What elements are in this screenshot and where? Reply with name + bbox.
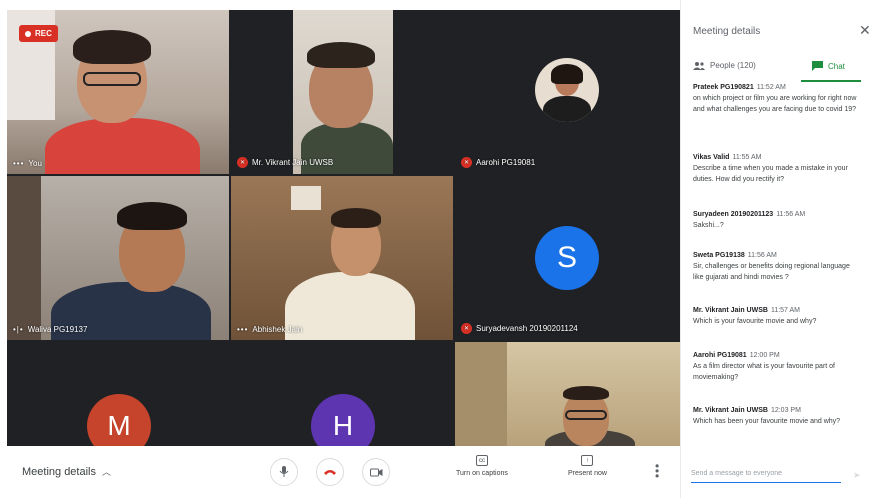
more-options-icon[interactable]: • • • [655,460,659,482]
video-tile-waliva[interactable]: •|• Waliva PG19137 [7,176,229,340]
camera-button[interactable] [362,458,390,486]
tile-label: ✕ Suryadevansh 20190201124 [461,323,578,334]
mic-off-icon: ✕ [461,323,472,334]
video-grid: REC ••• You ✕ Mr. Vikrant Jain UWSB ✕ Aa… [7,10,680,446]
chat-message: Sweta PG19138 11:56 AM Sir, challenges or… [693,252,850,281]
video-tile-abhishek[interactable]: ••• Abhishek Jain [231,176,453,340]
tile-label: ✕ Mr. Vikrant Jain UWSB [237,157,333,168]
bottom-toolbar: Meeting details ︿ cc Turn on captions ↑ … [0,446,680,498]
tile-label: ••• You [13,159,42,168]
video-tile-you[interactable]: REC ••• You [7,10,229,174]
video-tile-aarohi[interactable]: ✕ Aarohi PG19081 [455,10,680,174]
audio-level-icon: •|• [13,325,24,334]
meeting-stage: REC ••• You ✕ Mr. Vikrant Jain UWSB ✕ Aa… [0,0,680,498]
video-tile-suryadevansh[interactable]: S ✕ Suryadevansh 20190201124 [455,176,680,340]
chat-message: Mr. Vikrant Jain UWSB 12:03 PM Which has … [693,407,841,425]
tile-label: ✕ Aarohi PG19081 [461,157,535,168]
tab-chat[interactable]: Chat [812,61,845,71]
video-tile-h[interactable]: H [231,342,453,446]
microphone-icon [279,466,289,477]
avatar [535,58,599,122]
camera-icon [369,468,382,476]
recording-dot-icon [25,30,31,37]
more-dots-icon[interactable]: ••• [237,325,248,334]
leave-call-button[interactable] [316,458,344,486]
microphone-button[interactable] [270,458,298,486]
avatar: H [311,394,375,446]
avatar: S [535,226,599,290]
close-icon[interactable]: ✕ [859,22,871,39]
glasses [83,72,141,86]
people-icon [693,62,705,70]
recording-badge: REC [19,25,58,42]
present-screen-icon: ↑ [581,455,594,466]
chevron-up-icon: ︿ [102,467,112,477]
chat-message: Mr. Vikrant Jain UWSB 11:57 AM Which is y… [693,307,817,325]
chat-message: Vikas Valid 11:55 AM Describe a time when… [693,154,848,183]
tab-people[interactable]: People (120) [693,61,756,70]
meeting-details-toggle[interactable]: Meeting details ︿ [22,465,111,478]
captions-icon: cc [475,455,488,466]
chat-icon [812,61,823,71]
participant-body [45,118,200,174]
avatar: M [87,394,151,446]
chat-message: Aarohi PG19081 12:00 PM As a film directo… [693,352,835,381]
captions-button[interactable]: cc Turn on captions [456,455,508,477]
more-dots-icon[interactable]: ••• [13,159,24,168]
hang-up-icon [324,470,336,475]
chat-message: Suryadeen 20190201123 11:56 AM Sakshi...? [693,211,806,229]
tile-label: ••• Abhishek Jain [237,325,303,334]
tile-label: •|• Waliva PG19137 [13,325,88,334]
meeting-details-panel: Meeting details ✕ People (120) Chat Prat… [680,0,875,498]
video-tile-participant[interactable] [455,342,680,446]
send-icon[interactable]: ➤ [853,470,861,481]
mic-off-icon: ✕ [237,157,248,168]
video-tile-vikrant[interactable]: ✕ Mr. Vikrant Jain UWSB [231,10,453,174]
present-now-button[interactable]: ↑ Present now [568,455,607,477]
video-tile-m[interactable]: M [7,342,229,446]
chat-input[interactable]: Send a message to everyone [691,470,841,483]
mic-off-icon: ✕ [461,157,472,168]
panel-title: Meeting details [693,26,761,37]
chat-message: Prateek PG190821 11:52 AM on which projec… [693,84,857,113]
